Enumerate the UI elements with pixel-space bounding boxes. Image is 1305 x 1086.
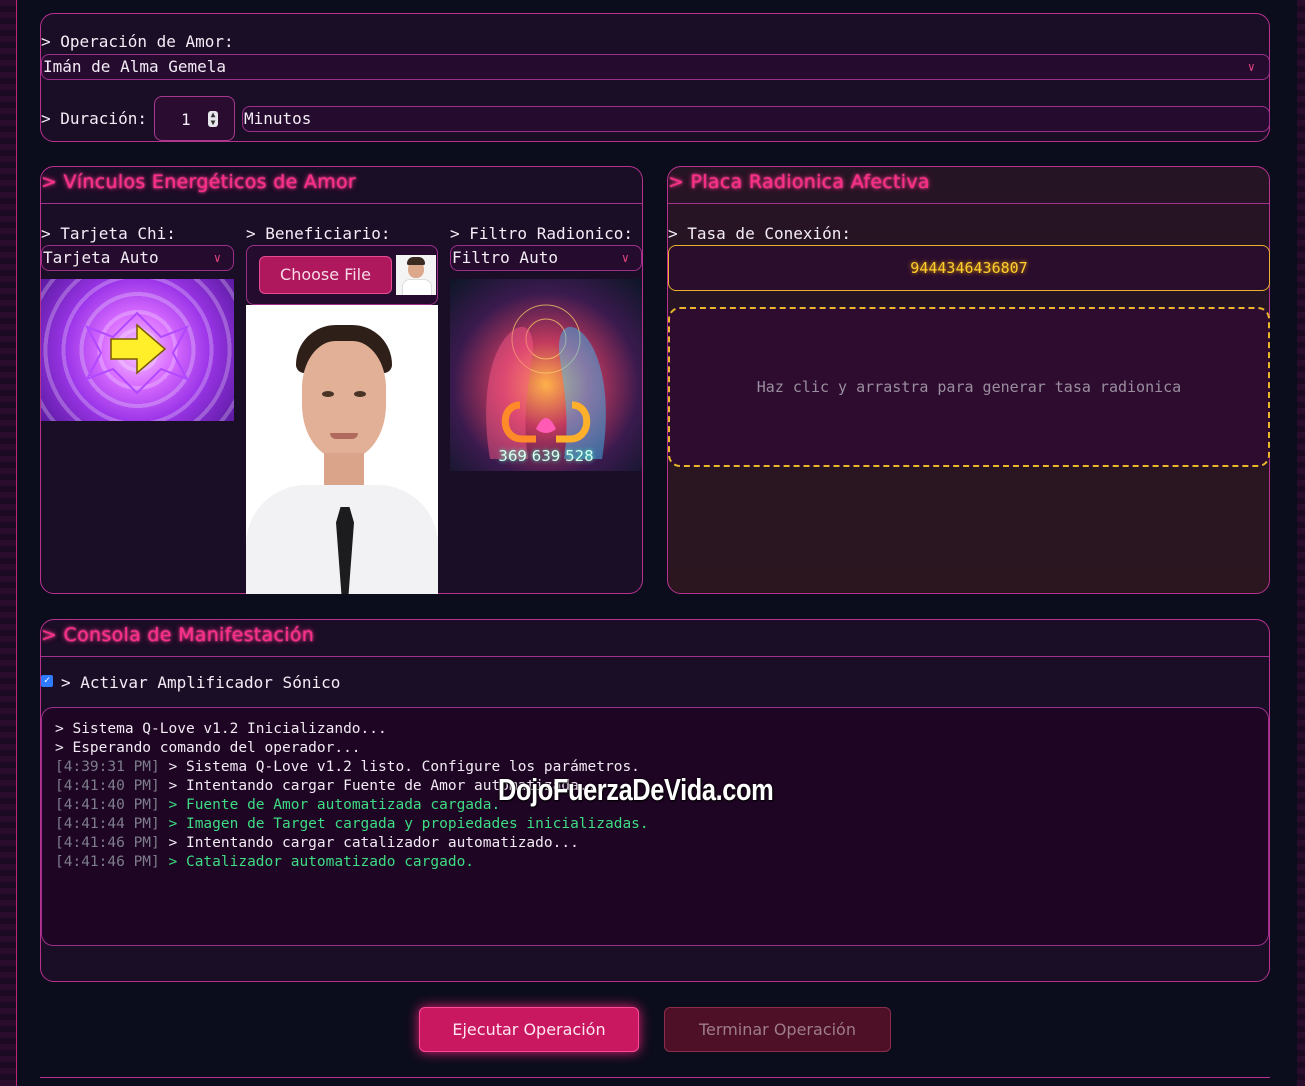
duration-input[interactable]: 1 ▲ ▼ xyxy=(154,96,235,141)
duration-unit: Minutos xyxy=(242,106,1270,132)
choose-file-button[interactable]: Choose File xyxy=(259,256,392,294)
amplifier-label: > Activar Amplificador Sónico xyxy=(61,673,341,692)
radionic-filter-image: 369 639 528 xyxy=(450,279,642,471)
log-line: [4:41:40 PM] > Fuente de Amor automatiza… xyxy=(55,797,501,813)
log-line: [4:41:44 PM] > Imagen de Target cargada … xyxy=(55,816,649,832)
console-log: > Sistema Q-Love v1.2 Inicializando... >… xyxy=(41,707,1269,946)
beneficiary-file-input[interactable]: Choose File xyxy=(246,245,438,305)
chevron-down-icon: ∨ xyxy=(213,251,221,265)
radionic-filter-select[interactable]: Filtro Auto ∨ xyxy=(450,245,642,271)
log-line: [4:41:46 PM] > Catalizador automatizado … xyxy=(55,854,475,870)
console-panel-title: > Consola de Manifestación xyxy=(41,620,1269,657)
execute-operation-button[interactable]: Ejecutar Operación xyxy=(419,1007,639,1052)
rate-display: 9444346436807 xyxy=(668,245,1270,291)
right-edge-decoration xyxy=(1297,0,1305,1086)
beneficiary-thumbnail xyxy=(396,255,436,295)
chevron-down-icon: ∨ xyxy=(1247,60,1255,74)
radionic-filter-numbers: 369 639 528 xyxy=(498,447,594,465)
terminate-operation-button[interactable]: Terminar Operación xyxy=(664,1007,891,1052)
chi-card-select[interactable]: Tarjeta Auto ∨ xyxy=(41,245,234,271)
operation-select[interactable]: Imán de Alma Gemela ∨ xyxy=(41,54,1270,80)
operation-selected-value: Imán de Alma Gemela xyxy=(43,57,227,76)
rate-label: > Tasa de Conexión: xyxy=(668,224,852,243)
left-edge-decoration xyxy=(0,0,17,1086)
log-line: [4:41:46 PM] > Intentando cargar cataliz… xyxy=(55,835,579,851)
radionic-drag-area[interactable]: Haz clic y arrastra para generar tasa ra… xyxy=(668,307,1270,467)
arrow-right-icon xyxy=(84,311,190,395)
duration-value: 1 xyxy=(181,110,191,129)
operation-label: > Operación de Amor: xyxy=(41,32,234,51)
beneficiary-photo xyxy=(246,305,438,594)
energetic-links-panel: > Vínculos Energéticos de Amor > Tarjeta… xyxy=(40,166,643,594)
radionic-plate-panel: > Placa Radionica Afectiva > Tasa de Con… xyxy=(667,166,1270,594)
stepper-icon[interactable]: ▲ ▼ xyxy=(208,111,218,127)
footer-divider xyxy=(40,1077,1270,1078)
amplifier-checkbox[interactable]: ✓ xyxy=(41,675,53,687)
beneficiary-label: > Beneficiario: xyxy=(246,224,391,243)
log-line: > Sistema Q-Love v1.2 Inicializando... xyxy=(55,721,387,737)
duration-label: > Duración: xyxy=(41,109,147,128)
chi-card-image xyxy=(41,279,234,421)
links-panel-title: > Vínculos Energéticos de Amor xyxy=(41,167,642,204)
log-line: > Esperando comando del operador... xyxy=(55,740,361,756)
chi-card-label: > Tarjeta Chi: xyxy=(41,224,176,243)
operation-panel: > Operación de Amor: Imán de Alma Gemela… xyxy=(40,13,1270,142)
chevron-down-icon: ∨ xyxy=(621,251,629,265)
radionic-filter-label: > Filtro Radionico: xyxy=(450,224,634,243)
rate-value: 9444346436807 xyxy=(910,259,1028,277)
plate-panel-title: > Placa Radionica Afectiva xyxy=(668,167,1269,204)
drag-hint: Haz clic y arrastra para generar tasa ra… xyxy=(756,378,1182,396)
watermark: DojoFuerzaDeVida.com xyxy=(498,772,774,807)
